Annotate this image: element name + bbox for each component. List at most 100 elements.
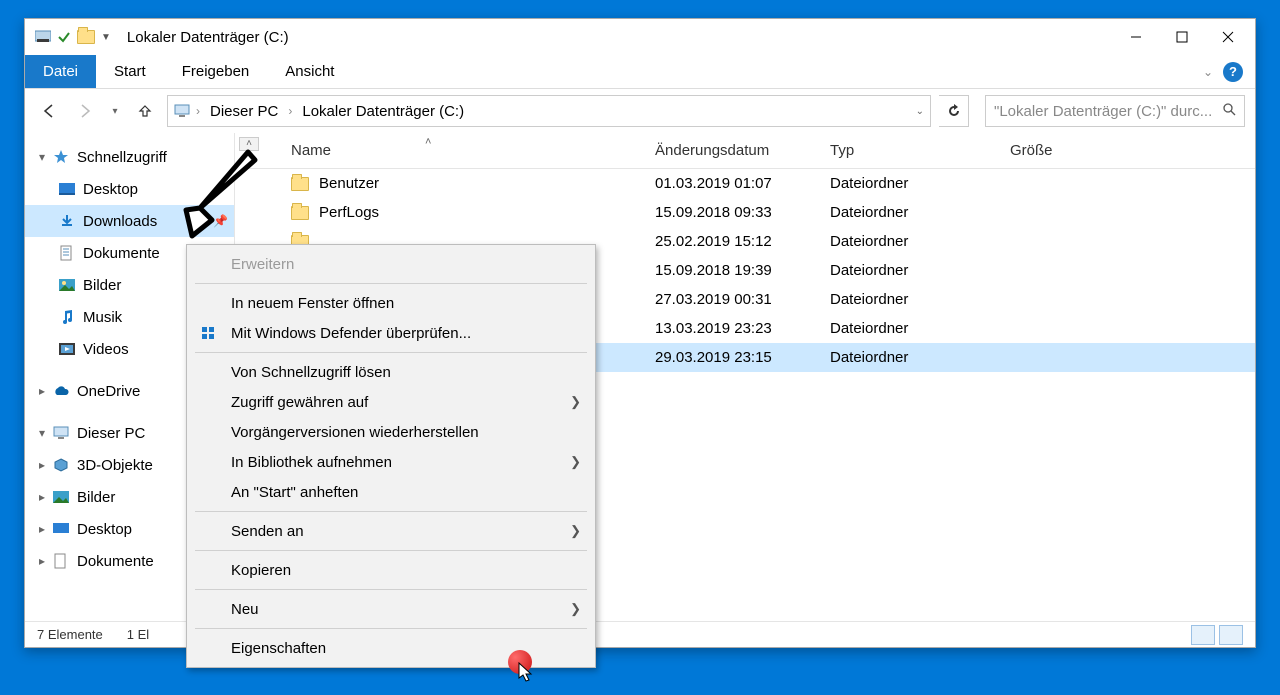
tree-desktop[interactable]: Desktop: [25, 173, 234, 205]
file-type: Dateiordner: [820, 349, 1000, 366]
chevron-down-icon[interactable]: ▾: [33, 426, 51, 440]
back-button[interactable]: [35, 97, 63, 125]
file-type: Dateiordner: [820, 262, 1000, 279]
tab-freigeben[interactable]: Freigeben: [164, 55, 268, 88]
address-bar[interactable]: › Dieser PC › Lokaler Datenträger (C:) ⌄: [167, 95, 931, 127]
chevron-right-icon: ❯: [570, 394, 581, 410]
tab-ansicht[interactable]: Ansicht: [267, 55, 352, 88]
table-row[interactable]: Benutzer01.03.2019 01:07Dateiordner: [235, 169, 1255, 198]
quick-access-toolbar: ▼: [29, 29, 111, 45]
view-icons-button[interactable]: [1219, 625, 1243, 645]
folder-icon[interactable]: [77, 30, 95, 44]
file-type: Dateiordner: [820, 204, 1000, 221]
view-details-button[interactable]: [1191, 625, 1215, 645]
help-button[interactable]: ?: [1223, 62, 1243, 82]
pc-icon: [174, 104, 190, 118]
file-date: 15.09.2018 09:33: [645, 204, 820, 221]
table-row[interactable]: PerfLogs 15.09.2018 09:33Dateiordner: [235, 198, 1255, 227]
cm-unpin-quick-access[interactable]: Von Schnellzugriff lösen: [187, 357, 595, 387]
chevron-right-icon: ❯: [570, 601, 581, 617]
column-size[interactable]: Größe: [1000, 142, 1120, 159]
cm-properties[interactable]: Eigenschaften: [187, 633, 595, 663]
pictures-icon: [57, 276, 77, 294]
search-placeholder: "Lokaler Datenträger (C:)" durc...: [994, 103, 1222, 120]
chevron-right-icon[interactable]: ▸: [33, 490, 51, 504]
up-button[interactable]: [131, 97, 159, 125]
videos-icon: [57, 340, 77, 358]
cm-new[interactable]: Neu❯: [187, 594, 595, 624]
column-type[interactable]: Typ: [820, 142, 1000, 159]
refresh-button[interactable]: [939, 95, 969, 127]
pin-icon: 📌: [213, 214, 228, 228]
file-type: Dateiordner: [820, 320, 1000, 337]
desktop-icon: [51, 520, 71, 538]
forward-button[interactable]: [71, 97, 99, 125]
tab-datei[interactable]: Datei: [25, 55, 96, 88]
file-type: Dateiordner: [820, 233, 1000, 250]
cube-icon: [51, 456, 71, 474]
downloads-icon: [57, 212, 77, 230]
titlebar: ▼ Lokaler Datenträger (C:): [25, 19, 1255, 55]
folder-icon: [291, 206, 309, 220]
sort-asc-icon: ˄: [425, 136, 431, 148]
file-date: 01.03.2019 01:07: [645, 175, 820, 192]
app-icon: [35, 29, 51, 45]
ribbon-expand-icon[interactable]: ⌄: [1203, 65, 1213, 79]
window-title: Lokaler Datenträger (C:): [127, 29, 289, 46]
address-dropdown-icon[interactable]: ⌄: [916, 106, 924, 117]
chevron-right-icon[interactable]: ▸: [33, 554, 51, 568]
cm-defender-scan[interactable]: Mit Windows Defender überprüfen...: [187, 318, 595, 348]
documents-icon: [51, 552, 71, 570]
cloud-icon: [51, 382, 71, 400]
close-button[interactable]: [1205, 19, 1251, 55]
maximize-button[interactable]: [1159, 19, 1205, 55]
chevron-right-icon[interactable]: ›: [196, 104, 200, 118]
chevron-right-icon[interactable]: ▸: [33, 384, 51, 398]
navbar: ▾ › Dieser PC › Lokaler Datenträger (C:)…: [25, 89, 1255, 133]
search-input[interactable]: "Lokaler Datenträger (C:)" durc...: [985, 95, 1245, 127]
star-icon: [51, 148, 71, 166]
ribbon-tabs: Datei Start Freigeben Ansicht ⌄ ?: [25, 55, 1255, 89]
cm-erweitern: Erweitern: [187, 249, 595, 279]
cm-grant-access[interactable]: Zugriff gewähren auf❯: [187, 387, 595, 417]
file-date: 13.03.2019 23:23: [645, 320, 820, 337]
chevron-right-icon[interactable]: ›: [288, 104, 292, 118]
chevron-right-icon[interactable]: ▸: [33, 522, 51, 536]
documents-icon: [57, 244, 77, 262]
cm-open-new-window[interactable]: In neuem Fenster öffnen: [187, 288, 595, 318]
column-date[interactable]: Änderungsdatum: [645, 142, 820, 159]
recent-dropdown-icon[interactable]: ▾: [107, 97, 123, 125]
file-date: 29.03.2019 23:15: [645, 349, 820, 366]
status-item-count: 7 Elemente: [37, 627, 103, 642]
search-icon[interactable]: [1222, 102, 1236, 121]
tree-quick-access[interactable]: ▾ Schnellzugriff: [25, 141, 234, 173]
desktop-icon: [57, 180, 77, 198]
context-menu: Erweitern In neuem Fenster öffnen Mit Wi…: [186, 244, 596, 668]
file-name: Benutzer: [319, 175, 379, 192]
qat-dropdown-icon[interactable]: ▼: [101, 32, 111, 43]
cm-add-to-library[interactable]: In Bibliothek aufnehmen❯: [187, 447, 595, 477]
tree-downloads[interactable]: Downloads📌: [25, 205, 234, 237]
cm-pin-to-start[interactable]: An "Start" anheften: [187, 477, 595, 507]
chevron-down-icon[interactable]: ▾: [33, 150, 51, 164]
pictures-icon: [51, 488, 71, 506]
cm-restore-versions[interactable]: Vorgängerversionen wiederherstellen: [187, 417, 595, 447]
chevron-right-icon: ❯: [570, 523, 581, 539]
check-icon[interactable]: [57, 30, 71, 44]
folder-icon: [291, 177, 309, 191]
chevron-right-icon: ❯: [570, 454, 581, 470]
file-date: 27.03.2019 00:31: [645, 291, 820, 308]
cm-copy[interactable]: Kopieren: [187, 555, 595, 585]
file-name: PerfLogs: [319, 204, 379, 221]
cm-send-to[interactable]: Senden an❯: [187, 516, 595, 546]
shield-icon: [199, 324, 217, 342]
crumb-drive[interactable]: Lokaler Datenträger (C:): [298, 101, 468, 122]
crumb-this-pc[interactable]: Dieser PC: [206, 101, 282, 122]
pc-icon: [51, 424, 71, 442]
column-headers: Name˄ Änderungsdatum Typ Größe: [235, 133, 1255, 169]
tab-start[interactable]: Start: [96, 55, 164, 88]
column-name[interactable]: Name˄: [235, 142, 645, 159]
minimize-button[interactable]: [1113, 19, 1159, 55]
chevron-right-icon[interactable]: ▸: [33, 458, 51, 472]
file-date: 15.09.2018 19:39: [645, 262, 820, 279]
